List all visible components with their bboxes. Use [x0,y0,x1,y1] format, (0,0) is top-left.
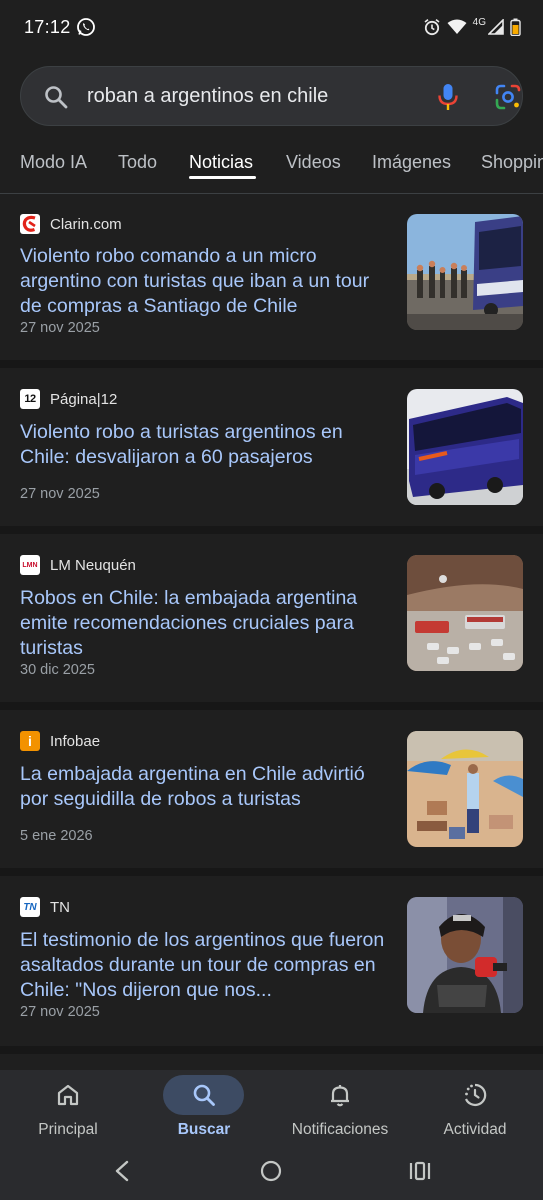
woman-interview-image[interactable] [407,897,523,1013]
news-source: LMN LM Neuquén [20,555,136,575]
nav-label: Buscar [177,1121,231,1138]
source-name: LM Neuquén [50,556,136,574]
news-headline[interactable]: Violento robo comando a un micro argenti… [20,244,392,319]
home-icon [57,1084,79,1106]
tab-videos[interactable]: Videos [286,152,341,173]
status-icons: 4G [423,16,521,38]
nav-label: Notificaciones [291,1121,389,1138]
tab-imagenes[interactable]: Imágenes [372,152,451,173]
search-icon[interactable] [43,84,69,110]
news-date: 27 nov 2025 [20,1004,100,1020]
news-date: 5 ene 2026 [20,828,93,844]
border-crossing-image[interactable] [407,555,523,671]
home-button-icon[interactable] [257,1159,285,1183]
news-source: TN TN [20,897,70,917]
wifi-icon [447,19,467,34]
blue-bus-image[interactable] [407,389,523,505]
news-headline[interactable]: La embajada argentina en Chile advirtió … [20,762,392,812]
network-type: 4G [472,16,486,28]
search-input[interactable]: roban a argentinos en chile [87,67,387,125]
source-name: TN [50,898,70,916]
news-headline[interactable]: Violento robo a turistas argentinos en C… [20,420,392,470]
google-lens-icon[interactable] [494,84,522,110]
news-date: 27 nov 2025 [20,320,100,336]
alarm-icon [424,18,440,36]
card-separator [0,526,543,534]
status-bar: 17:12 4G [0,0,543,56]
signal-icon [488,19,504,35]
card-separator [0,1046,543,1054]
active-tab-indicator [189,176,256,179]
bell-icon [331,1085,349,1107]
news-card[interactable]: LMN LM Neuquén Robos en Chile: la embaja… [0,534,543,702]
nav-label: Principal [38,1121,98,1138]
infobae-icon: i [20,731,40,751]
source-name: Página|12 [50,390,118,408]
news-source: 12 Página|12 [20,389,117,409]
nav-actividad[interactable]: Actividad [407,1070,543,1150]
news-source: i Infobae [20,731,100,751]
clarin-icon [20,214,40,234]
road-bus-crowd-image[interactable] [407,214,523,330]
whatsapp-icon [77,18,95,36]
recent-apps-icon[interactable] [406,1159,434,1183]
source-name: Clarin.com [50,215,122,233]
nav-principal[interactable]: Principal [0,1070,136,1150]
tn-icon: TN [20,897,40,917]
battery-icon [510,18,521,36]
news-card[interactable]: Clarin.com Violento robo comando a un mi… [0,195,543,360]
tab-noticias[interactable]: Noticias [189,152,253,173]
tab-shopping[interactable]: Shopping [481,152,543,173]
news-source: Clarin.com [20,214,122,234]
nav-label: Actividad [443,1121,507,1138]
tab-modo-ia[interactable]: Modo IA [20,152,87,173]
news-date: 27 nov 2025 [20,486,100,502]
microphone-icon[interactable] [435,83,461,111]
search-bar[interactable]: roban a argentinos en chile [20,66,523,126]
source-name: Infobae [50,732,101,750]
search-tabs: Modo IA Todo Noticias Videos Imágenes Sh… [0,140,543,194]
next-card-peek [0,1054,543,1070]
news-card[interactable]: 12 Página|12 Violento robo a turistas ar… [0,368,543,526]
system-navigation-bar [0,1147,543,1200]
search-icon [193,1084,215,1106]
news-headline[interactable]: El testimonio de los argentinos que fuer… [20,928,392,1003]
news-date: 30 dic 2025 [20,662,95,678]
card-separator [0,360,543,368]
card-separator [0,868,543,876]
activity-icon [464,1083,487,1107]
news-card[interactable]: TN TN El testimonio de los argentinos qu… [0,876,543,1046]
pagina12-icon: 12 [20,389,40,409]
tab-todo[interactable]: Todo [118,152,157,173]
news-headline[interactable]: Robos en Chile: la embajada argentina em… [20,586,392,661]
nav-notificaciones[interactable]: Notificaciones [272,1070,408,1150]
card-separator [0,702,543,710]
beach-crowd-image[interactable] [407,731,523,847]
status-time: 17:12 [24,17,71,37]
back-icon[interactable] [109,1159,137,1183]
nav-buscar[interactable]: Buscar [136,1070,272,1150]
lmneuquen-icon: LMN [20,555,40,575]
news-card[interactable]: i Infobae La embajada argentina en Chile… [0,710,543,868]
